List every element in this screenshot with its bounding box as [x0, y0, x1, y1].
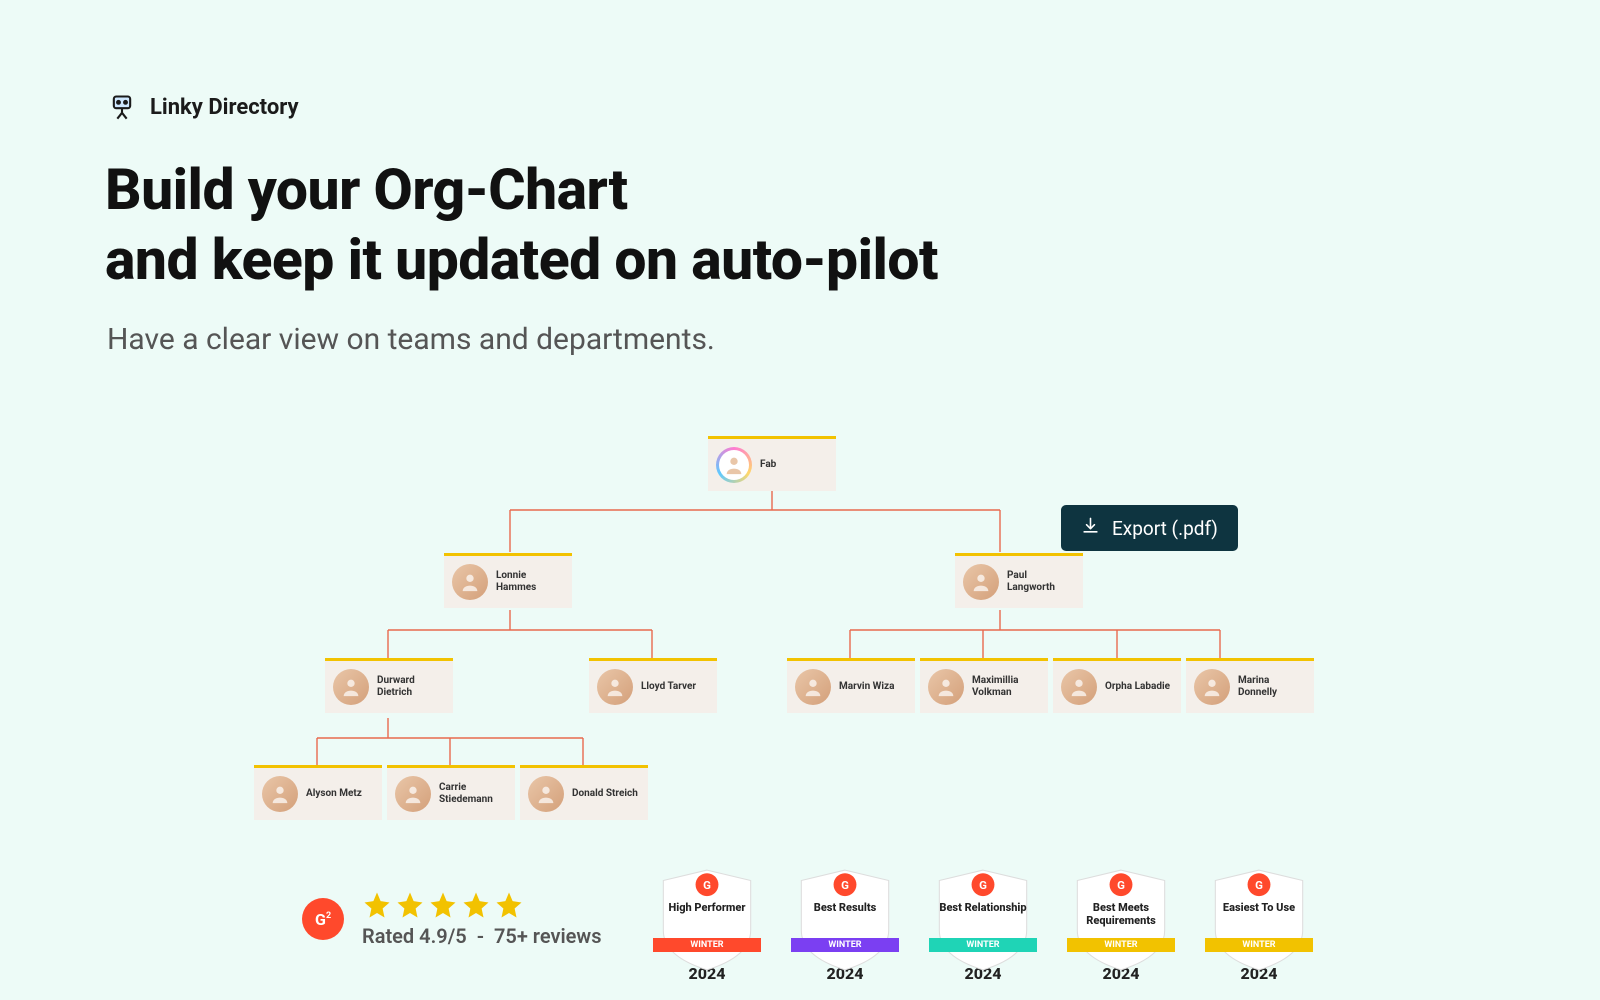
badge-shield-icon: G Best Relationship WINTER	[931, 868, 1035, 972]
export-button[interactable]: Export (.pdf)	[1061, 505, 1238, 551]
org-node[interactable]: Lonnie Hammes	[444, 553, 572, 608]
badge-title: Best Relationship	[933, 902, 1033, 915]
org-node[interactable]: Maximillia Volkman	[920, 658, 1048, 713]
svg-text:G: G	[1117, 878, 1125, 892]
rating-score: Rated 4.9/5	[362, 924, 467, 948]
org-node[interactable]: Carrie Stiedemann	[387, 765, 515, 820]
org-node-name: Paul Langworth	[1007, 570, 1075, 595]
badge-banner: WINTER	[929, 938, 1037, 952]
org-node-name: Fab	[760, 459, 828, 472]
g2-badge: G Easiest To Use WINTER 2024	[1207, 868, 1311, 983]
org-node-name: Durward Dietrich	[377, 675, 445, 700]
g2-badge: G Best Relationship WINTER 2024	[931, 868, 1035, 983]
svg-text:2: 2	[326, 911, 331, 921]
svg-text:G: G	[1255, 878, 1263, 892]
org-node[interactable]: Alyson Metz	[254, 765, 382, 820]
org-node-name: Donald Streich	[572, 788, 640, 801]
badge-title: High Performer	[657, 902, 757, 915]
org-node[interactable]: Marina Donnelly	[1186, 658, 1314, 713]
org-node-name: Carrie Stiedemann	[439, 782, 507, 807]
avatar	[333, 669, 369, 705]
g2-badge: G Best Meets Requirements WINTER 2024	[1069, 868, 1173, 983]
avatar	[795, 669, 831, 705]
rating-sep: -	[477, 924, 484, 948]
avatar	[597, 669, 633, 705]
avatar	[716, 447, 752, 483]
org-node-name: Maximillia Volkman	[972, 675, 1040, 700]
org-chart: Fab Lonnie Hammes Paul Langworth Durward…	[0, 0, 1600, 1000]
star-icon	[395, 890, 425, 920]
org-node-name: Marvin Wiza	[839, 681, 907, 694]
org-node[interactable]: Lloyd Tarver	[589, 658, 717, 713]
org-node[interactable]: Orpha Labadie	[1053, 658, 1181, 713]
avatar	[928, 669, 964, 705]
stars	[362, 890, 601, 920]
avatar	[395, 776, 431, 812]
download-icon	[1081, 516, 1100, 540]
org-node-name: Marina Donnelly	[1238, 675, 1306, 700]
avatar	[452, 564, 488, 600]
badge-shield-icon: G Best Meets Requirements WINTER	[1069, 868, 1173, 972]
org-node[interactable]: Paul Langworth	[955, 553, 1083, 608]
avatar	[1061, 669, 1097, 705]
badges: G High Performer WINTER 2024 G Best Resu…	[655, 868, 1311, 983]
g2-logo-icon: G2	[302, 898, 344, 940]
g2-badge: G Best Results WINTER 2024	[793, 868, 897, 983]
star-icon	[461, 890, 491, 920]
org-node[interactable]: Marvin Wiza	[787, 658, 915, 713]
rating-text: Rated 4.9/5 - 75+ reviews	[362, 924, 601, 948]
badge-shield-icon: G High Performer WINTER	[655, 868, 759, 972]
avatar	[528, 776, 564, 812]
ratings: G2 Rated 4.9/5 - 75+ reviews	[302, 890, 601, 948]
svg-text:G: G	[841, 878, 849, 892]
avatar	[1194, 669, 1230, 705]
org-node-name: Lloyd Tarver	[641, 681, 709, 694]
avatar	[963, 564, 999, 600]
badge-title: Easiest To Use	[1209, 902, 1309, 915]
org-node-name: Orpha Labadie	[1105, 681, 1173, 694]
badge-shield-icon: G Easiest To Use WINTER	[1207, 868, 1311, 972]
org-node-name: Alyson Metz	[306, 788, 374, 801]
svg-text:G: G	[703, 878, 711, 892]
avatar	[262, 776, 298, 812]
rating-reviews: 75+ reviews	[494, 924, 602, 948]
star-icon	[494, 890, 524, 920]
org-node-name: Lonnie Hammes	[496, 570, 564, 595]
badge-banner: WINTER	[1067, 938, 1175, 952]
org-node[interactable]: Donald Streich	[520, 765, 648, 820]
export-button-label: Export (.pdf)	[1112, 517, 1218, 540]
star-icon	[362, 890, 392, 920]
badge-shield-icon: G Best Results WINTER	[793, 868, 897, 972]
star-icon	[428, 890, 458, 920]
badge-title: Best Results	[795, 902, 895, 915]
badge-banner: WINTER	[1205, 938, 1313, 952]
org-node[interactable]: Durward Dietrich	[325, 658, 453, 713]
g2-badge: G High Performer WINTER 2024	[655, 868, 759, 983]
badge-banner: WINTER	[653, 938, 761, 952]
svg-text:G: G	[315, 910, 326, 929]
badge-banner: WINTER	[791, 938, 899, 952]
svg-text:G: G	[979, 878, 987, 892]
badge-title: Best Meets Requirements	[1071, 902, 1171, 927]
org-node-root[interactable]: Fab	[708, 436, 836, 491]
